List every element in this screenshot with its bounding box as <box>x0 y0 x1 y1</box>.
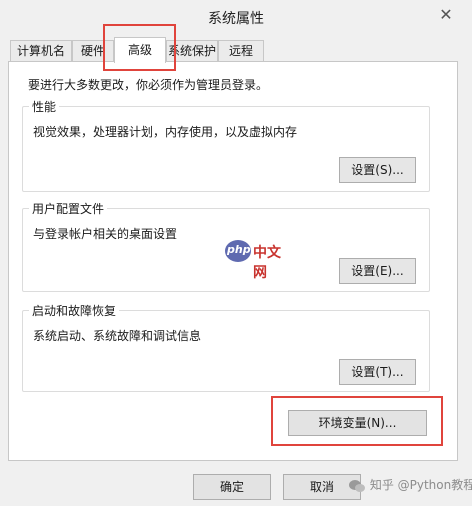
php-watermark-logo-text: php <box>227 243 251 256</box>
environment-variables-button[interactable]: 环境变量(N)... <box>288 410 427 436</box>
tab-hardware[interactable]: 硬件 <box>72 40 114 61</box>
bottom-watermark-text: 知乎 @Python教程 <box>369 478 472 492</box>
startup-recovery-desc: 系统启动、系统故障和调试信息 <box>33 329 202 343</box>
performance-label: 性能 <box>29 98 60 115</box>
user-profiles-label: 用户配置文件 <box>29 200 108 217</box>
tab-remote[interactable]: 远程 <box>218 40 264 61</box>
wechat-icon <box>349 479 365 492</box>
startup-settings-button[interactable]: 设置(T)... <box>339 359 416 385</box>
admin-note: 要进行大多数更改，你必须作为管理员登录。 <box>28 78 269 92</box>
startup-recovery-label: 启动和故障恢复 <box>29 302 120 319</box>
window-title: 系统属性 <box>208 11 264 27</box>
bottom-watermark: 知乎 @Python教程 <box>348 476 472 493</box>
user-profiles-settings-button[interactable]: 设置(E)... <box>339 258 416 284</box>
title-bar: 系统属性 ✕ <box>0 0 472 34</box>
tab-system-protection[interactable]: 系统保护 <box>166 40 218 61</box>
close-icon[interactable]: ✕ <box>434 4 458 26</box>
performance-settings-button[interactable]: 设置(S)... <box>339 157 416 183</box>
tab-computer-name[interactable]: 计算机名 <box>10 40 72 61</box>
php-watermark: php 中文网 <box>225 240 281 281</box>
php-watermark-logo: php <box>225 240 251 262</box>
performance-desc: 视觉效果，处理器计划，内存使用，以及虚拟内存 <box>33 125 298 139</box>
php-watermark-text: 中文网 <box>253 245 281 281</box>
tab-advanced[interactable]: 高级 <box>114 37 166 63</box>
ok-button[interactable]: 确定 <box>193 474 271 500</box>
user-profiles-desc: 与登录帐户相关的桌面设置 <box>33 227 178 241</box>
